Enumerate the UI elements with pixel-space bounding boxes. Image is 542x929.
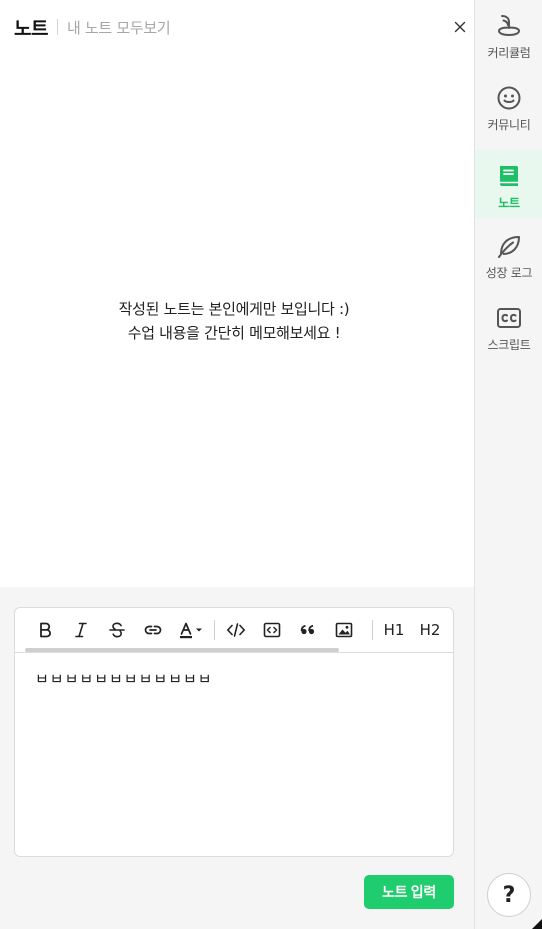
community-icon — [497, 86, 521, 110]
italic-button[interactable] — [63, 615, 99, 645]
editor-area: H1 H2 ㅂㅂㅂㅂㅂㅂㅂㅂㅂㅂㅂㅂ 노트 입력 — [0, 587, 474, 929]
close-icon — [454, 21, 466, 33]
toolbar-separator — [372, 620, 373, 640]
sidebar-item-script[interactable]: 스크립트 — [475, 292, 542, 360]
cc-icon — [497, 308, 521, 328]
heading1-label: H1 — [383, 621, 405, 639]
empty-state-line2: 수업 내용을 간단히 메모해보세요 ! — [127, 324, 341, 342]
text-color-button[interactable] — [171, 615, 211, 645]
toolbar-separator — [214, 620, 215, 640]
empty-state-message: 작성된 노트는 본인에게만 보입니다 :) 수업 내용을 간단히 메모해보세요 … — [0, 297, 468, 345]
header-divider — [56, 19, 58, 35]
note-editor: H1 H2 ㅂㅂㅂㅂㅂㅂㅂㅂㅂㅂㅂㅂ — [14, 607, 454, 857]
link-icon — [144, 625, 162, 635]
page-title: 노트 — [14, 17, 48, 40]
strikethrough-icon — [109, 622, 125, 638]
sidebar-item-note[interactable]: 노트 — [475, 150, 542, 218]
note-header: 노트 내 노트 모두보기 — [14, 12, 171, 42]
sidebar-item-label: 커리큘럼 — [487, 46, 531, 60]
code-button[interactable] — [218, 615, 254, 645]
heading1-button[interactable]: H1 — [376, 615, 412, 645]
sidebar-item-label: 커뮤니티 — [487, 118, 531, 132]
right-sidebar: 커리큘럼 커뮤니티 노트 성장 로그 스크립트 ? — [474, 0, 542, 929]
text-color-icon — [180, 622, 202, 639]
corner-decoration — [532, 919, 542, 929]
image-button[interactable] — [326, 615, 362, 645]
heading2-button[interactable]: H2 — [412, 615, 448, 645]
toolbar-scrollbar[interactable] — [25, 648, 339, 652]
italic-icon — [75, 622, 87, 638]
note-text-input[interactable]: ㅂㅂㅂㅂㅂㅂㅂㅂㅂㅂㅂㅂ — [35, 668, 435, 828]
sidebar-item-label: 성장 로그 — [485, 266, 533, 280]
image-icon — [335, 622, 353, 638]
note-icon — [500, 166, 518, 186]
view-all-notes-link[interactable]: 내 노트 모두보기 — [67, 17, 171, 38]
empty-state-line1: 작성된 노트는 본인에게만 보입니다 :) — [118, 300, 350, 318]
code-block-button[interactable] — [254, 615, 290, 645]
sidebar-item-curriculum[interactable]: 커리큘럼 — [475, 0, 542, 68]
bold-icon — [40, 622, 51, 638]
note-panel: 노트 내 노트 모두보기 작성된 노트는 본인에게만 보입니다 :) 수업 내용… — [0, 0, 474, 929]
close-button[interactable] — [450, 17, 470, 37]
bold-button[interactable] — [27, 615, 63, 645]
curriculum-icon — [497, 15, 521, 37]
help-button[interactable]: ? — [487, 873, 531, 917]
editor-toolbar: H1 H2 — [15, 608, 453, 653]
sidebar-item-label: 노트 — [498, 196, 520, 210]
code-block-icon — [263, 622, 281, 638]
quote-button[interactable] — [290, 615, 326, 645]
leaf-icon — [498, 236, 520, 258]
link-button[interactable] — [135, 615, 171, 645]
code-icon — [227, 623, 245, 637]
sidebar-item-label: 스크립트 — [487, 338, 531, 352]
strikethrough-button[interactable] — [99, 615, 135, 645]
heading2-label: H2 — [419, 621, 441, 639]
submit-note-button[interactable]: 노트 입력 — [364, 875, 454, 909]
sidebar-item-community[interactable]: 커뮤니티 — [475, 72, 542, 140]
sidebar-item-growth-log[interactable]: 성장 로그 — [475, 220, 542, 288]
quote-icon — [300, 624, 315, 635]
